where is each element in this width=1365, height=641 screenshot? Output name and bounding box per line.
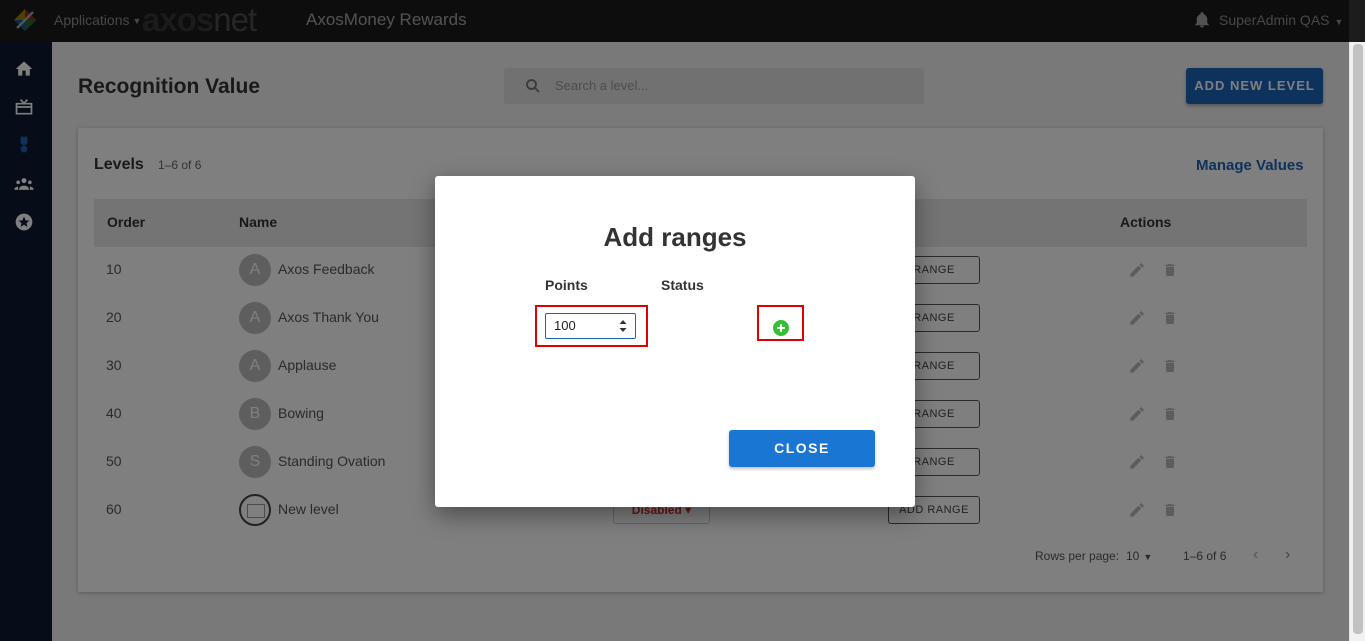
close-button[interactable]: CLOSE xyxy=(729,430,875,467)
modal-backdrop-top xyxy=(0,0,1365,42)
add-range-plus-icon[interactable] xyxy=(773,320,789,336)
scrollbar-thumb[interactable] xyxy=(1353,44,1363,634)
points-value: 100 xyxy=(554,318,576,333)
spinner-icon[interactable] xyxy=(619,319,627,333)
points-header: Points xyxy=(545,277,588,293)
points-input[interactable]: 100 xyxy=(545,313,636,339)
scrollbar[interactable] xyxy=(1349,42,1365,641)
dialog-title: Add ranges xyxy=(603,222,747,252)
status-header: Status xyxy=(661,277,704,293)
add-ranges-dialog: Add ranges Points Status 100 CLOSE xyxy=(435,176,915,507)
